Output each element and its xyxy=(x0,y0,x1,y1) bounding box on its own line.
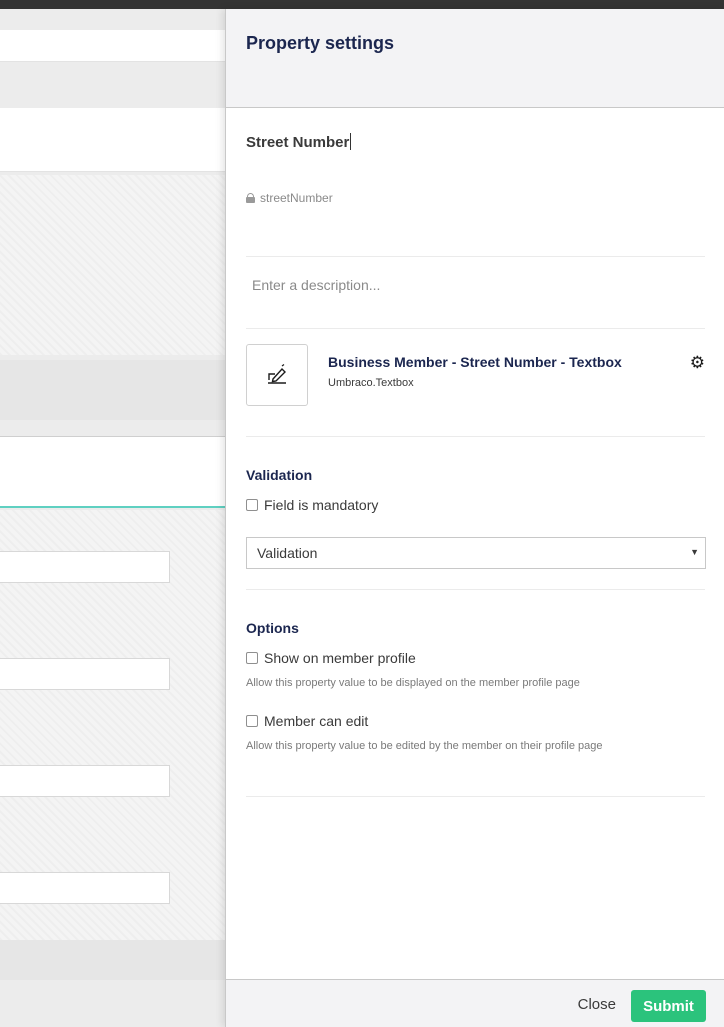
panel-title: Property settings xyxy=(246,33,395,53)
property-alias[interactable]: streetNumber xyxy=(246,191,333,205)
member-can-edit-label[interactable]: Member can edit xyxy=(264,713,368,729)
show-on-profile-row[interactable]: Show on member profile xyxy=(246,650,416,666)
mandatory-row[interactable]: Field is mandatory xyxy=(246,497,378,513)
divider xyxy=(246,796,705,797)
chevron-down-icon: ▼ xyxy=(690,547,699,557)
property-name-input[interactable]: Street Number xyxy=(246,133,546,151)
text-caret xyxy=(350,133,352,150)
property-settings-panel: Property settings Street Number streetNu… xyxy=(225,9,724,1027)
validation-title: Validation xyxy=(246,467,313,483)
bg-gray-band xyxy=(0,360,225,420)
top-bar xyxy=(0,0,724,9)
member-can-edit-checkbox[interactable] xyxy=(246,715,258,727)
divider xyxy=(246,589,705,590)
panel-footer: Close Submit xyxy=(226,979,724,1027)
close-button[interactable]: Close xyxy=(578,996,616,1013)
editor-alias: Umbraco.Textbox xyxy=(328,377,414,389)
options-title: Options xyxy=(246,620,299,636)
lock-icon[interactable] xyxy=(246,193,255,203)
submit-button[interactable]: Submit xyxy=(631,990,706,1022)
show-on-profile-checkbox[interactable] xyxy=(246,652,258,664)
divider xyxy=(246,256,705,257)
description-input[interactable]: Enter a description... xyxy=(252,277,380,293)
property-name-value: Street Number xyxy=(246,134,350,151)
alias-value: streetNumber xyxy=(260,191,333,205)
member-can-edit-row[interactable]: Member can edit xyxy=(246,713,368,729)
validation-select[interactable]: Validation ▼ xyxy=(246,537,706,569)
mandatory-label[interactable]: Field is mandatory xyxy=(264,497,378,513)
bg-bottom-band xyxy=(0,940,225,980)
show-on-profile-hint: Allow this property value to be displaye… xyxy=(246,677,580,689)
bg-group-header xyxy=(0,108,225,172)
bg-active-tab xyxy=(0,436,225,508)
gear-icon[interactable]: ⚙ xyxy=(690,354,705,371)
member-can-edit-hint: Allow this property value to be edited b… xyxy=(246,740,603,752)
editor-icon-button[interactable] xyxy=(246,344,308,406)
bg-field xyxy=(0,658,170,690)
bg-field xyxy=(0,872,170,904)
bg-field xyxy=(0,551,170,583)
validation-select-value: Validation xyxy=(257,545,318,561)
mandatory-checkbox[interactable] xyxy=(246,499,258,511)
editor-name[interactable]: Business Member - Street Number - Textbo… xyxy=(328,354,622,370)
show-on-profile-label[interactable]: Show on member profile xyxy=(264,650,416,666)
background-page xyxy=(0,9,225,1027)
divider xyxy=(246,328,705,329)
divider xyxy=(246,436,705,437)
bg-header-strip xyxy=(0,30,225,62)
bg-hatched-area xyxy=(0,175,225,355)
editor-pencil-icon xyxy=(268,364,286,384)
panel-header: Property settings xyxy=(226,9,724,108)
bg-field xyxy=(0,765,170,797)
